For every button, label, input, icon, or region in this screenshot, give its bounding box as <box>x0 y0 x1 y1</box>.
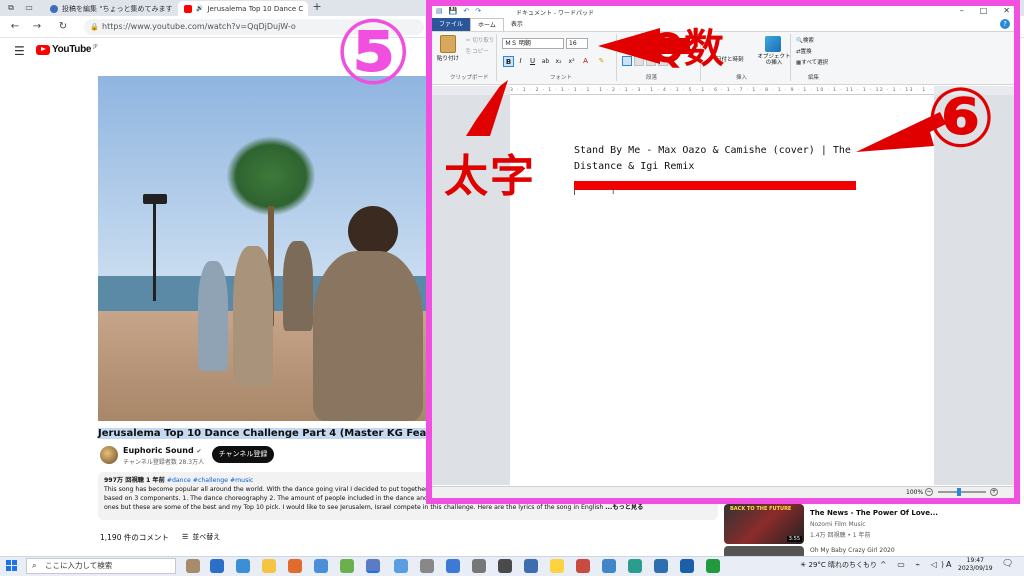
notification-icon[interactable]: 🗨 <box>1002 559 1013 569</box>
arrow-to-bold <box>466 80 508 136</box>
app-icon[interactable] <box>706 559 720 573</box>
app-icon[interactable] <box>576 559 590 573</box>
app-icon[interactable] <box>602 559 616 573</box>
settings-icon[interactable] <box>472 559 486 573</box>
calendar-icon[interactable] <box>446 559 460 573</box>
photos-icon[interactable] <box>314 559 328 573</box>
search-icon: ⌕ <box>32 561 37 570</box>
mail-icon[interactable] <box>394 559 408 573</box>
annotation-bold-label: 太字 <box>444 151 536 202</box>
taskbar-app-icon[interactable] <box>186 559 200 573</box>
clock-date: 2023/09/19 <box>958 565 993 572</box>
weather-text: 29°C 晴れのちくもり <box>808 561 878 569</box>
search-placeholder: ここに入力して検索 <box>45 561 113 570</box>
system-tray[interactable]: ^ ▭ ⌁ ◁) <box>880 560 948 569</box>
annotation-number-five: ⑤ <box>335 0 412 105</box>
clock[interactable]: 19:47 2023/09/19 <box>958 557 993 573</box>
ime-indicator[interactable]: A <box>946 560 951 569</box>
sticky-notes-icon[interactable] <box>550 559 564 573</box>
weather-widget[interactable]: ☀ 29°C 晴れのちくもり <box>800 560 877 570</box>
wordpad-taskbar-icon[interactable] <box>366 559 380 573</box>
weather-icon: ☀ <box>800 561 807 569</box>
firefox-icon[interactable] <box>288 559 302 573</box>
taskbar-search-input[interactable]: ⌕ ここに入力して検索 <box>26 558 176 574</box>
edge-icon[interactable] <box>210 559 224 573</box>
terminal-icon[interactable] <box>498 559 512 573</box>
app-icon[interactable] <box>628 559 642 573</box>
notes-icon[interactable] <box>340 559 354 573</box>
file-explorer-icon[interactable] <box>262 559 276 573</box>
annotation-font-size-label: Q数 <box>650 26 725 72</box>
start-button[interactable] <box>6 560 17 571</box>
app-icon[interactable] <box>420 559 434 573</box>
annotation-arrows <box>466 28 946 152</box>
app-icon[interactable] <box>680 559 694 573</box>
app-icon[interactable] <box>654 559 668 573</box>
annotation-number-six: ⑥ <box>926 71 996 166</box>
app-icon[interactable] <box>524 559 538 573</box>
edge-icon[interactable] <box>236 559 250 573</box>
clock-time: 19:47 <box>966 557 984 564</box>
